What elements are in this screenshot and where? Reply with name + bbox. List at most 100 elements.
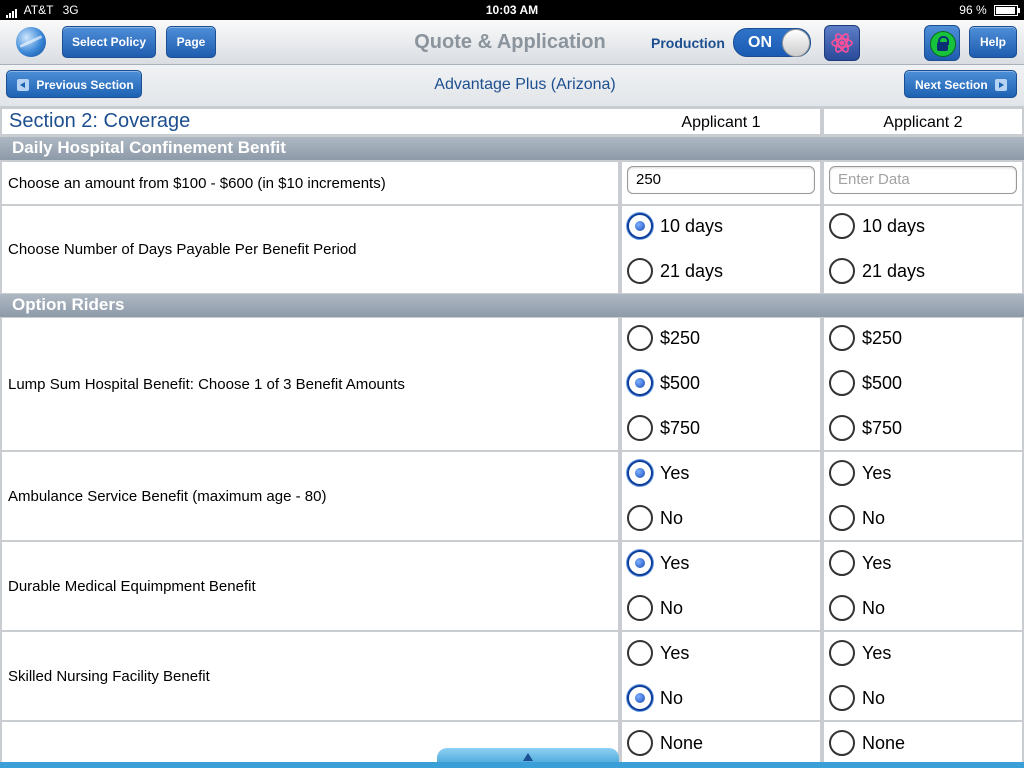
clock: 10:03 AM (485, 3, 539, 17)
lock-body (937, 42, 948, 51)
radio-circle-icon (829, 213, 855, 239)
radio-partial-applicant-2-option-1[interactable]: None (829, 728, 905, 758)
radio-snf-applicant-1-option-1[interactable]: Yes (627, 638, 689, 668)
radio-lump-sum-applicant-1-option-1[interactable]: $250 (627, 323, 700, 353)
radio-circle-icon (829, 730, 855, 756)
radio-label: No (660, 597, 684, 618)
days-label: Choose Number of Days Payable Per Benefi… (2, 206, 618, 293)
amount-cell-applicant-1: 250 (622, 162, 820, 204)
app-title: Quote & Application (414, 31, 606, 53)
radio-circle-icon (627, 325, 653, 351)
toolbar: Select Policy Page Quote & Application P… (0, 20, 1024, 65)
radio-days-applicant-1-option-1[interactable]: 10 days (627, 211, 723, 241)
column-header-applicant-1: Applicant 1 (622, 109, 820, 134)
radio-label: None (660, 732, 704, 753)
radio-label: $500 (660, 372, 701, 393)
radio-label: Yes (660, 642, 690, 663)
snf-label: Skilled Nursing Facility Benefit (2, 632, 618, 720)
radio-snf-applicant-1-option-2[interactable]: No (627, 683, 683, 713)
radio-circle-icon (829, 460, 855, 486)
radio-lump-sum-applicant-1-option-2[interactable]: $500 (627, 368, 700, 398)
dme-options-applicant-2: Yes No (824, 542, 1022, 630)
next-rider-options-applicant-2: None (824, 722, 1022, 762)
radio-circle-icon (829, 685, 855, 711)
battery-percent: 96 % (959, 3, 987, 17)
snf-options-applicant-1: Yes No (622, 632, 820, 720)
section-title: Section 2: Coverage (2, 109, 625, 134)
radio-days-applicant-2-option-1[interactable]: 10 days (829, 211, 925, 241)
ambulance-options-applicant-2: Yes No (824, 452, 1022, 540)
next-rider-options-applicant-1: None (622, 722, 820, 762)
radio-circle-icon (829, 595, 855, 621)
dme-label: Durable Medical Equimpment Benefit (2, 542, 618, 630)
next-section-button[interactable]: Next Section (904, 70, 1017, 98)
lump-sum-options-applicant-1: $250 $500 $750 (622, 318, 820, 450)
radio-circle-icon (627, 370, 653, 396)
production-toggle[interactable]: ON (733, 28, 811, 57)
radio-dme-applicant-2-option-2[interactable]: No (829, 593, 885, 623)
select-policy-button[interactable]: Select Policy (62, 26, 156, 58)
radio-label: None (862, 732, 906, 753)
radio-lump-sum-applicant-2-option-1[interactable]: $250 (829, 323, 902, 353)
toggle-state: ON (748, 34, 772, 51)
radio-ambulance-applicant-1-option-2[interactable]: No (627, 503, 683, 533)
radio-label: Yes (862, 642, 892, 663)
radio-label: $750 (660, 417, 701, 438)
radio-snf-applicant-2-option-2[interactable]: No (829, 683, 885, 713)
radio-ambulance-applicant-1-option-1[interactable]: Yes (627, 458, 689, 488)
days-options-applicant-1: 10 days 21 days (622, 206, 820, 293)
radio-circle-icon (627, 460, 653, 486)
radio-dme-applicant-1-option-1[interactable]: Yes (627, 548, 689, 578)
previous-section-button[interactable]: Previous Section (6, 70, 142, 98)
ambulance-options-applicant-1: Yes No (622, 452, 820, 540)
page-button[interactable]: Page (166, 26, 216, 58)
radio-circle-icon (627, 415, 653, 441)
radio-circle-icon (627, 258, 653, 284)
globe-icon[interactable] (16, 27, 46, 57)
help-button[interactable]: Help (969, 26, 1017, 58)
radio-lump-sum-applicant-2-option-2[interactable]: $500 (829, 368, 902, 398)
radio-ambulance-applicant-2-option-2[interactable]: No (829, 503, 885, 533)
radio-lump-sum-applicant-2-option-3[interactable]: $750 (829, 413, 902, 443)
coverage-form: Section 2: Coverage Applicant 1 Applican… (0, 107, 1024, 762)
daily-hospital-band: Daily Hospital Confinement Benfit (0, 137, 1024, 160)
radio-label: $750 (862, 417, 903, 438)
product-title: Advantage Plus (Arizona) (434, 76, 616, 93)
radio-circle-icon (627, 213, 653, 239)
radio-circle-icon (829, 550, 855, 576)
radio-label: No (862, 507, 886, 528)
radio-partial-applicant-1-option-1[interactable]: None (627, 728, 703, 758)
radio-circle-icon (829, 640, 855, 666)
radio-label: Yes (660, 552, 690, 573)
section-nav: Previous Section Advantage Plus (Arizona… (0, 65, 1024, 108)
radio-circle-icon (627, 640, 653, 666)
radio-circle-icon (829, 370, 855, 396)
radio-dme-applicant-1-option-2[interactable]: No (627, 593, 683, 623)
radio-dme-applicant-2-option-1[interactable]: Yes (829, 548, 891, 578)
dme-options-applicant-1: Yes No (622, 542, 820, 630)
lock-button[interactable] (924, 25, 960, 61)
radio-ambulance-applicant-2-option-1[interactable]: Yes (829, 458, 891, 488)
radio-circle-icon (829, 415, 855, 441)
battery-fill (996, 7, 1015, 15)
arrow-left-icon (17, 78, 29, 91)
radio-label: 21 days (862, 260, 926, 281)
radio-snf-applicant-2-option-1[interactable]: Yes (829, 638, 891, 668)
radio-circle-icon (829, 325, 855, 351)
radio-days-applicant-1-option-2[interactable]: 21 days (627, 256, 723, 286)
radio-circle-icon (829, 258, 855, 284)
days-options-applicant-2: 10 days 21 days (824, 206, 1022, 293)
atom-button[interactable] (824, 25, 860, 61)
radio-label: No (660, 507, 684, 528)
option-riders-band: Option Riders (0, 294, 1024, 317)
radio-circle-icon (627, 685, 653, 711)
radio-days-applicant-2-option-2[interactable]: 21 days (829, 256, 925, 286)
battery-info: 96 % (959, 3, 1020, 17)
radio-label: 21 days (660, 260, 724, 281)
radio-lump-sum-applicant-1-option-3[interactable]: $750 (627, 413, 700, 443)
amount-input-applicant-2[interactable]: Enter Data (829, 166, 1017, 194)
amount-label: Choose an amount from $100 - $600 (in $1… (2, 162, 618, 204)
radio-circle-icon (829, 505, 855, 531)
bottom-bar (0, 762, 1024, 768)
amount-input-applicant-1[interactable]: 250 (627, 166, 815, 194)
